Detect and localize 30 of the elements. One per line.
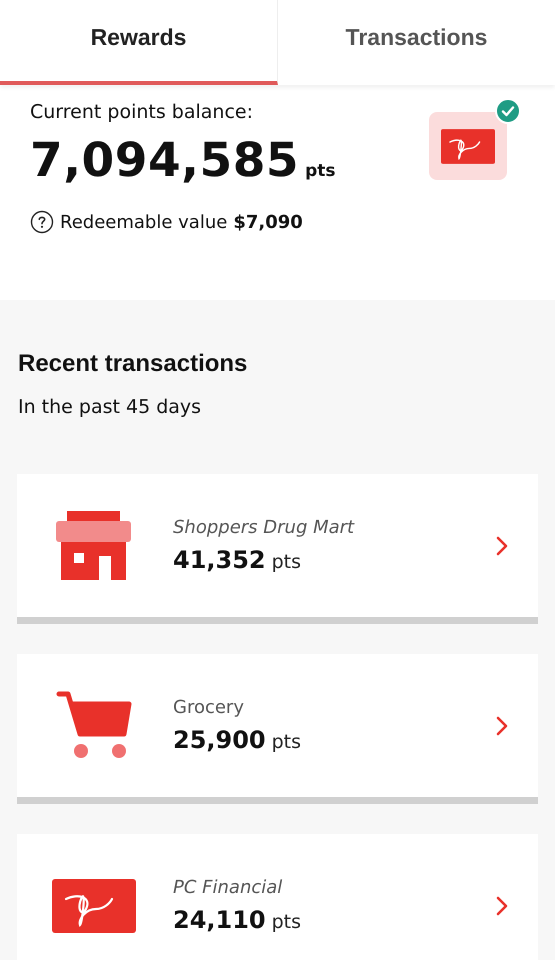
transaction-card[interactable]: Grocery 25,900 pts (17, 654, 538, 797)
points-unit: pts (272, 911, 302, 933)
balance-label: Current points balance: (30, 101, 254, 123)
points-value: 41,352 (173, 546, 266, 574)
section-subtitle: In the past 45 days (18, 396, 202, 418)
store-icon (56, 510, 132, 580)
points-balance: 7,094,585 (30, 133, 300, 188)
shopping-cart-icon (56, 690, 132, 760)
card-icon (441, 128, 495, 164)
help-icon[interactable] (30, 210, 54, 234)
merchant-name: PC Financial (173, 877, 284, 898)
redeemable-value: $7,090 (233, 212, 303, 232)
points-unit: pts (305, 161, 336, 181)
transaction-card[interactable]: Shoppers Drug Mart 41,352 pts (17, 474, 538, 617)
redeemable-label: Redeemable value (60, 212, 228, 232)
loyalty-card-tile[interactable] (429, 112, 507, 180)
tab[interactable]: Rewards (0, 0, 278, 85)
chevron-right-icon (496, 536, 508, 556)
points-unit: pts (272, 731, 302, 753)
merchant-name: Grocery (173, 697, 245, 718)
points-unit: pts (272, 551, 302, 573)
merchant-name: Shoppers Drug Mart (173, 517, 356, 538)
transaction-card[interactable]: PC Financial 24,110 pts (17, 834, 538, 960)
card-icon (52, 878, 136, 932)
chevron-right-icon (496, 716, 508, 736)
section-title: Recent transactions (18, 350, 248, 378)
points-value: 25,900 (173, 726, 266, 754)
points-value: 24,110 (173, 906, 266, 934)
tab[interactable]: Transactions (278, 0, 555, 85)
chevron-right-icon (496, 896, 508, 916)
